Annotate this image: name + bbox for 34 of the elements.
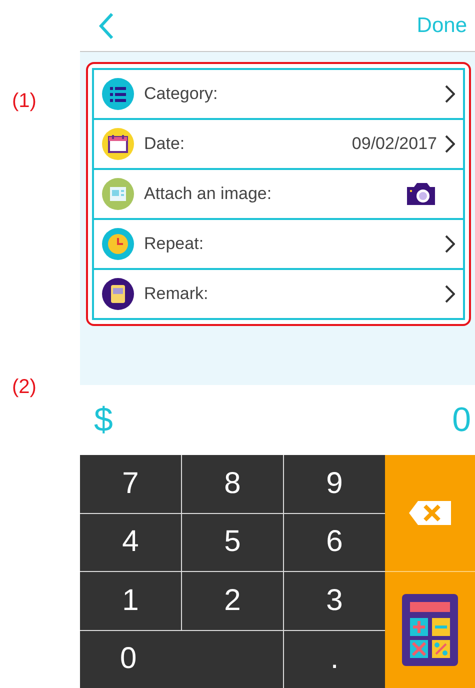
annotation-label: (2) [12, 376, 36, 399]
clock-icon [102, 228, 134, 260]
keypad-key[interactable]: 7 [80, 455, 181, 512]
clipboard-icon [102, 278, 134, 310]
keypad-key[interactable]: 3 [284, 572, 385, 630]
annotation-label: (1) [12, 90, 36, 113]
calculator-icon [402, 594, 458, 666]
keypad-key[interactable]: 9 [284, 455, 385, 512]
chevron-icon [445, 135, 455, 153]
row-value: 09/02/2017 [352, 134, 437, 154]
camera-icon[interactable] [405, 182, 437, 206]
chevron-icon [445, 85, 455, 103]
keypad-key[interactable]: . [284, 630, 385, 688]
keypad-key[interactable]: 6 [284, 514, 385, 571]
row-label: Date: [144, 134, 186, 154]
calendar-icon [102, 128, 134, 160]
amount-value: 0 [452, 400, 471, 440]
keypad-key[interactable]: 4 [80, 514, 181, 571]
document-icon [102, 178, 134, 210]
keypad-key[interactable]: 8 [182, 455, 283, 512]
keypad-key[interactable]: 2 [182, 572, 283, 630]
backspace-icon [408, 500, 452, 526]
chevron-icon [445, 235, 455, 253]
list-icon [102, 78, 134, 110]
keypad-key[interactable]: 5 [182, 514, 283, 571]
chevron-icon [445, 285, 455, 303]
calculator-key[interactable] [385, 572, 475, 688]
keypad-key[interactable]: 0 [80, 630, 283, 688]
row-label: Attach an image: [144, 184, 273, 204]
row-label: Repeat: [144, 234, 205, 254]
keypad-key[interactable]: 1 [80, 572, 181, 630]
row-label: Remark: [144, 284, 210, 304]
currency-symbol: $ [94, 400, 113, 440]
row-label: Category: [144, 84, 219, 104]
